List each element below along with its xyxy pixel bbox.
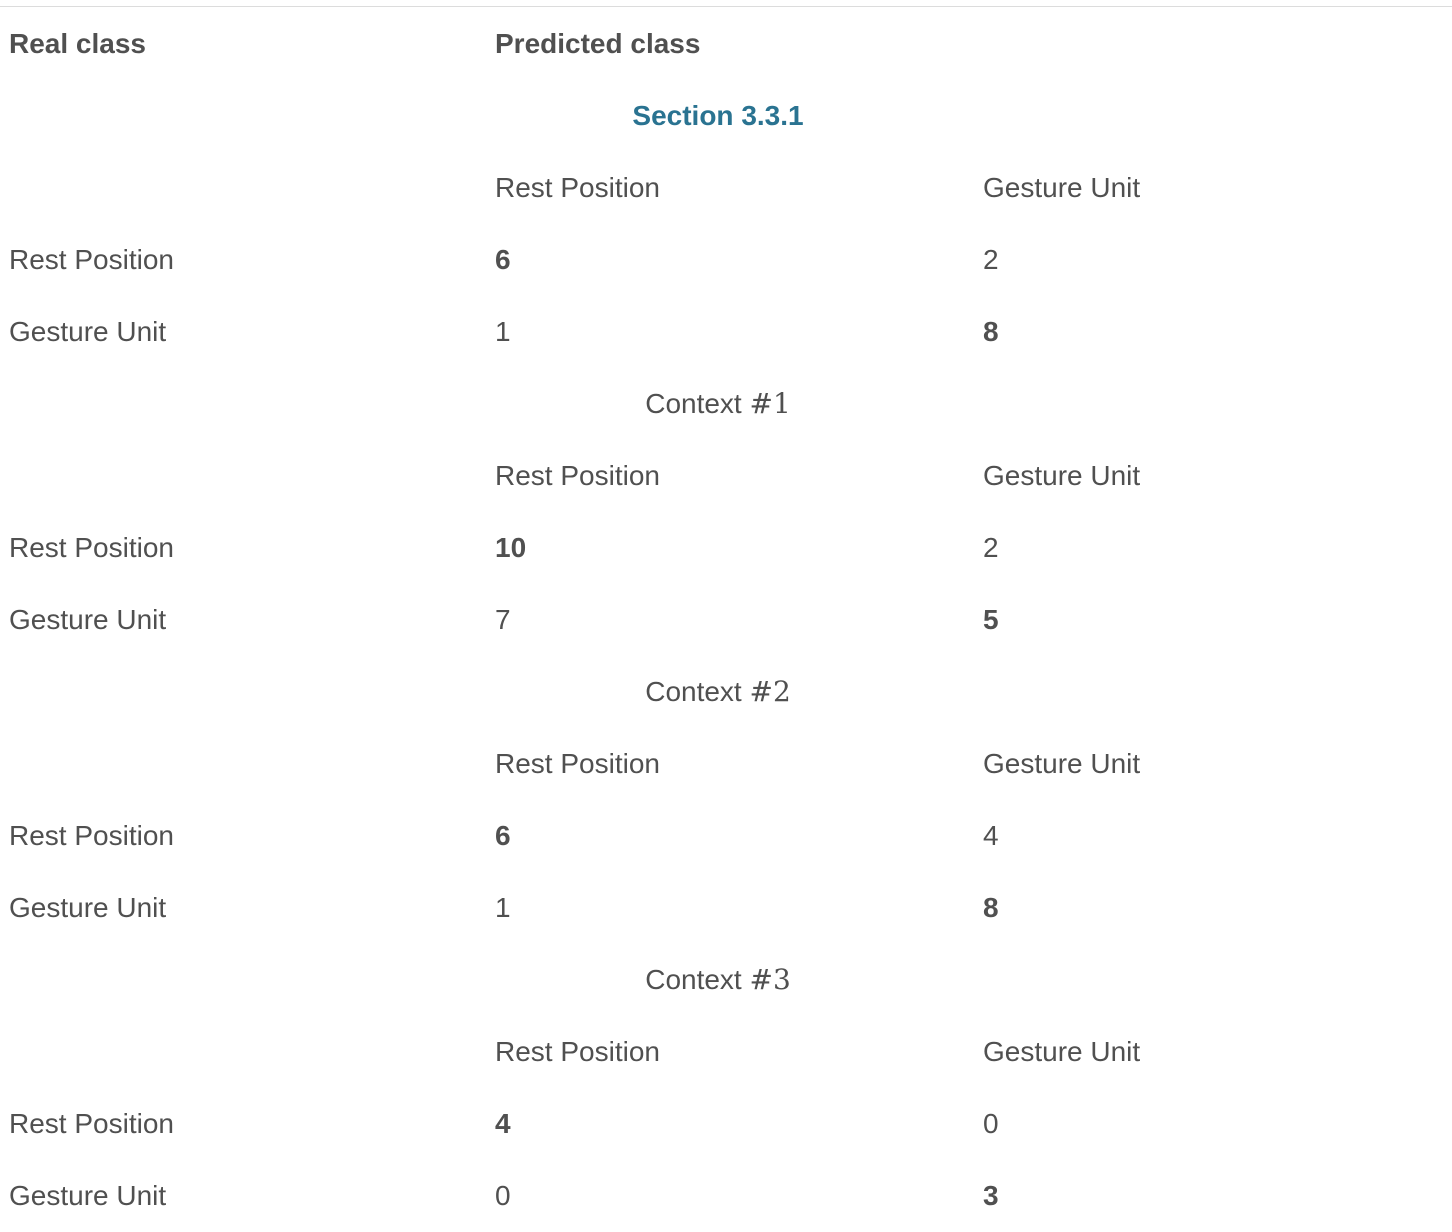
count-cell: 4 bbox=[495, 1108, 511, 1139]
context-label: Context bbox=[645, 388, 750, 419]
predicted-column-header: Gesture Unit bbox=[983, 748, 1141, 779]
table-row: Gesture Unit 1 8 bbox=[0, 872, 1452, 944]
real-class-label: Rest Position bbox=[9, 532, 174, 563]
count-cell: 0 bbox=[495, 1180, 511, 1211]
block-title: Context #3 bbox=[0, 944, 1436, 1016]
real-class-label: Gesture Unit bbox=[9, 892, 167, 923]
table-header-row: Real class Predicted class bbox=[0, 8, 1452, 80]
real-class-label: Rest Position bbox=[9, 820, 174, 851]
context-number: #2 bbox=[749, 675, 791, 708]
section-link[interactable]: Section 3.3.1 bbox=[632, 100, 803, 131]
block-title-row: Section 3.3.1 bbox=[0, 80, 1452, 152]
predicted-column-header: Rest Position bbox=[495, 1036, 660, 1067]
predicted-header-row: Rest Position Gesture Unit bbox=[0, 1016, 1452, 1088]
table-row: Gesture Unit 1 8 bbox=[0, 296, 1452, 368]
predicted-header-row: Rest Position Gesture Unit bbox=[0, 152, 1452, 224]
context-label: Context bbox=[645, 676, 750, 707]
context-number: #3 bbox=[749, 963, 791, 996]
top-divider bbox=[0, 6, 1452, 7]
table-row: Gesture Unit 7 5 bbox=[0, 584, 1452, 656]
block-title: Section 3.3.1 bbox=[0, 80, 1436, 152]
predicted-header-row: Rest Position Gesture Unit bbox=[0, 440, 1452, 512]
context-label: Context bbox=[645, 964, 750, 995]
predicted-column-header: Rest Position bbox=[495, 172, 660, 203]
table-row: Gesture Unit 0 3 bbox=[0, 1160, 1452, 1232]
real-class-label: Gesture Unit bbox=[9, 1180, 167, 1211]
predicted-column-header: Gesture Unit bbox=[983, 172, 1141, 203]
table-row: Rest Position 6 2 bbox=[0, 224, 1452, 296]
predicted-column-header: Rest Position bbox=[495, 748, 660, 779]
table-body: Section 3.3.1 Rest Position Gesture Unit Re… bbox=[0, 80, 1452, 1232]
predicted-column-header: Rest Position bbox=[495, 460, 660, 491]
real-class-label: Gesture Unit bbox=[9, 604, 167, 635]
count-cell: 4 bbox=[983, 820, 999, 851]
table-row: Rest Position 4 0 bbox=[0, 1088, 1452, 1160]
predicted-class-header: Predicted class bbox=[495, 28, 701, 59]
real-class-label: Rest Position bbox=[9, 244, 174, 275]
count-cell: 6 bbox=[495, 820, 511, 851]
block-title: Context #2 bbox=[0, 656, 1436, 728]
block-title-row: Context #2 bbox=[0, 656, 1452, 728]
count-cell: 8 bbox=[983, 316, 999, 347]
block-title: Context #1 bbox=[0, 368, 1436, 440]
real-class-label: Rest Position bbox=[9, 1108, 174, 1139]
real-class-header: Real class bbox=[9, 28, 146, 59]
confusion-matrix-table: Real class Predicted class Section 3.3.1… bbox=[0, 8, 1452, 1232]
predicted-column-header: Gesture Unit bbox=[983, 460, 1141, 491]
count-cell: 3 bbox=[983, 1180, 999, 1211]
block-title-row: Context #1 bbox=[0, 368, 1452, 440]
count-cell: 1 bbox=[495, 316, 511, 347]
count-cell: 2 bbox=[983, 532, 999, 563]
count-cell: 5 bbox=[983, 604, 999, 635]
count-cell: 10 bbox=[495, 532, 527, 563]
block-title-row: Context #3 bbox=[0, 944, 1452, 1016]
table-row: Rest Position 10 2 bbox=[0, 512, 1452, 584]
count-cell: 0 bbox=[983, 1108, 999, 1139]
table-row: Rest Position 6 4 bbox=[0, 800, 1452, 872]
predicted-header-row: Rest Position Gesture Unit bbox=[0, 728, 1452, 800]
predicted-column-header: Gesture Unit bbox=[983, 1036, 1141, 1067]
real-class-label: Gesture Unit bbox=[9, 316, 167, 347]
count-cell: 7 bbox=[495, 604, 511, 635]
count-cell: 2 bbox=[983, 244, 999, 275]
context-number: #1 bbox=[749, 387, 791, 420]
count-cell: 8 bbox=[983, 892, 999, 923]
count-cell: 1 bbox=[495, 892, 511, 923]
count-cell: 6 bbox=[495, 244, 511, 275]
